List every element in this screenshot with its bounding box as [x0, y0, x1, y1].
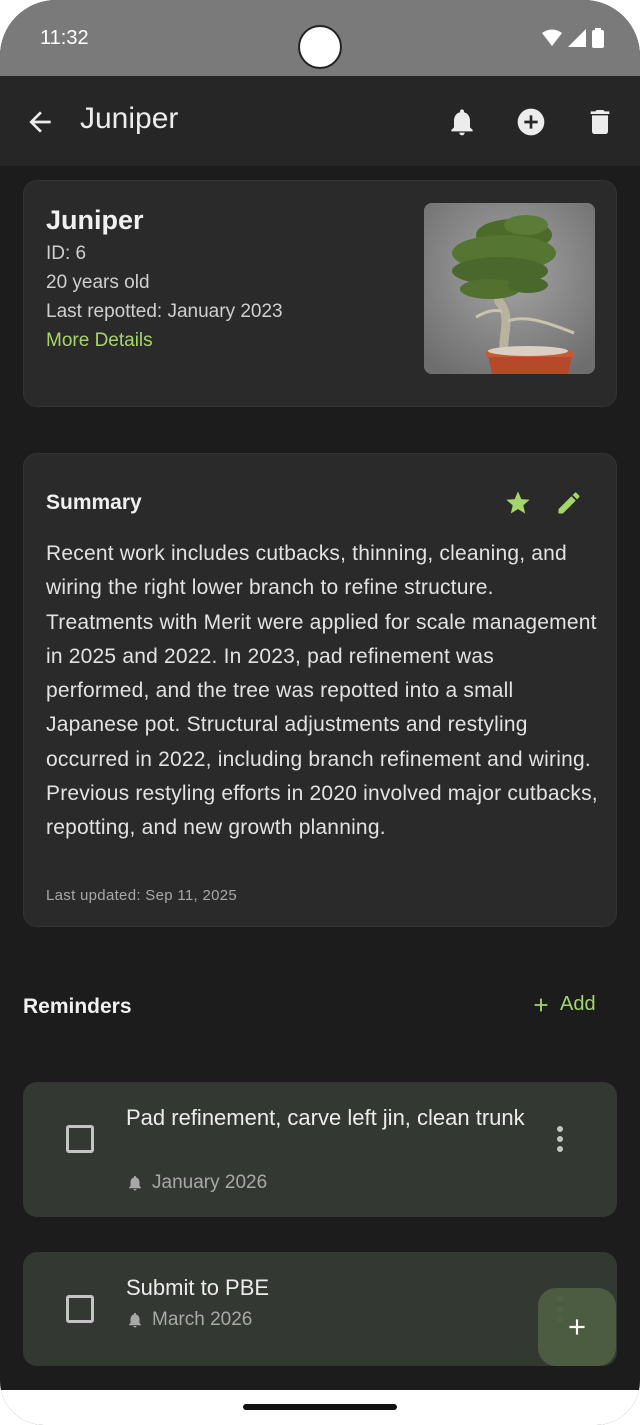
phone-screen: 11:32 Juniper Juniper ID: 6 20 years old… [0, 0, 640, 1425]
bell-icon [129, 1175, 141, 1191]
status-icons [542, 28, 604, 48]
plus-icon [534, 998, 548, 1011]
star-icon[interactable] [504, 489, 532, 517]
bell-icon [129, 1312, 141, 1328]
top-app-bar: Juniper [0, 76, 640, 166]
status-bar: 11:32 [0, 0, 640, 76]
reminder-date: January 2026 [126, 1172, 267, 1194]
more-details-link[interactable]: More Details [46, 330, 153, 352]
status-time: 11:32 [40, 27, 89, 49]
summary-text: Recent work includes cutbacks, thinning,… [46, 542, 598, 840]
back-arrow-icon[interactable] [24, 106, 56, 138]
kebab-menu-icon[interactable] [552, 1124, 568, 1154]
reminder-date-text: March 2026 [152, 1309, 253, 1330]
tree-last-repotted: Last repotted: January 2023 [46, 301, 283, 322]
add-reminder-button[interactable]: Add [530, 993, 596, 1016]
reminder-date-text: January 2026 [152, 1172, 268, 1193]
tree-name: Juniper [46, 205, 144, 235]
bell-icon[interactable] [446, 106, 478, 138]
plus-icon [569, 1319, 585, 1335]
add-reminder-label: Add [560, 993, 596, 1015]
reminder-checkbox[interactable] [66, 1125, 94, 1153]
page-title: Juniper [80, 102, 179, 135]
reminder-item[interactable]: Submit to PBE March 2026 [23, 1252, 617, 1366]
reminder-date: March 2026 [126, 1309, 252, 1331]
tree-info-card: Juniper ID: 6 20 years old Last repotted… [23, 180, 617, 407]
camera-cutout [298, 25, 342, 69]
reminders-heading: Reminders [23, 995, 132, 1018]
home-indicator[interactable] [243, 1404, 397, 1410]
summary-last-updated: Last updated: Sep 11, 2025 [46, 887, 238, 904]
summary-title: Summary [46, 491, 142, 514]
reminder-title: Submit to PBE [126, 1275, 270, 1300]
tree-id: ID: 6 [46, 243, 87, 264]
tree-photo[interactable] [424, 203, 595, 374]
gesture-nav-bar [0, 1390, 640, 1425]
battery-icon [592, 28, 604, 48]
reminder-checkbox[interactable] [66, 1295, 94, 1323]
add-fab-button[interactable] [538, 1288, 616, 1366]
summary-card: Summary Recent work includes cutbacks, t… [23, 453, 617, 927]
add-circle-icon[interactable] [515, 106, 547, 138]
wifi-icon [542, 29, 562, 46]
bonsai-image [424, 203, 595, 374]
reminder-title: Pad refinement, carve left jin, clean tr… [126, 1105, 525, 1130]
trash-icon[interactable] [584, 106, 616, 138]
signal-icon [568, 29, 586, 47]
pencil-icon[interactable] [555, 489, 583, 517]
tree-age: 20 years old [46, 272, 150, 293]
reminder-item[interactable]: Pad refinement, carve left jin, clean tr… [23, 1082, 617, 1217]
